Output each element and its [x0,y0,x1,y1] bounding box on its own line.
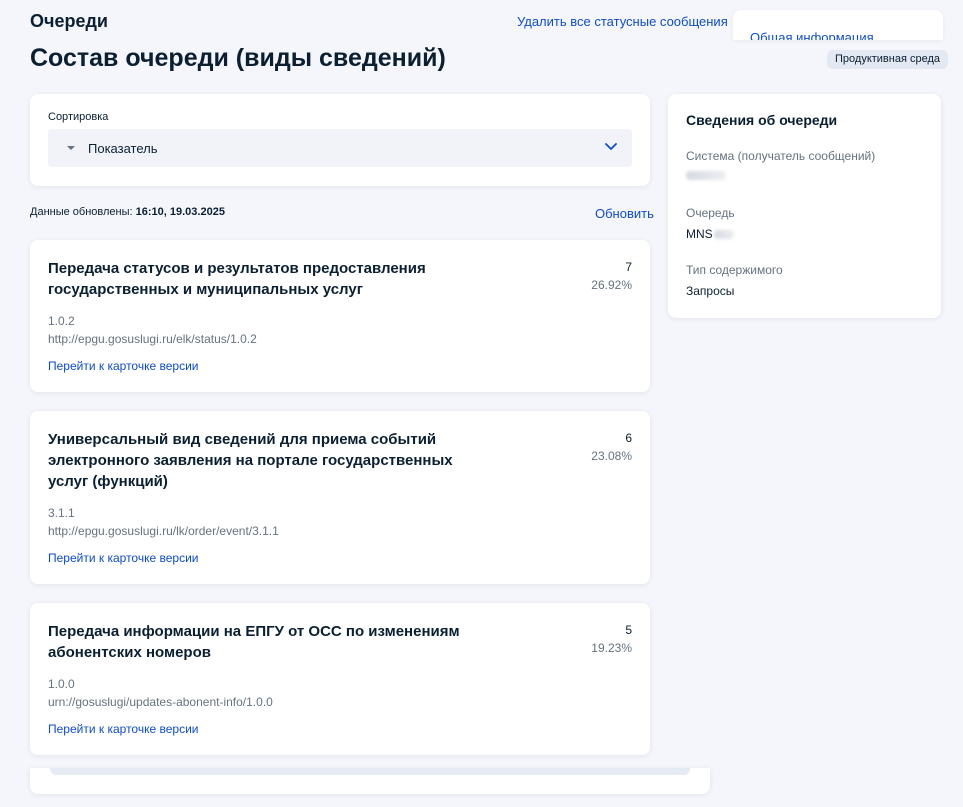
tab-general-info[interactable]: Общая информация [733,10,943,40]
item-uri: urn://gosuslugi/updates-abonent-info/1.0… [48,695,273,709]
system-label: Система (получатель сообщений) [686,149,876,163]
list-item: Передача статусов и результатов предоста… [30,240,650,392]
bottom-scroll-bar [50,768,690,775]
redacted-blur [686,171,726,181]
tab-general-info-label: Общая информация [750,30,874,40]
version-card-link[interactable]: Перейти к карточке версии [48,551,198,565]
item-count: 6 [625,431,632,445]
system-value-redacted [686,168,726,182]
refresh-link[interactable]: Обновить [595,206,654,221]
data-updated-label: Данные обновлены: [30,206,133,218]
version-card-link[interactable]: Перейти к карточке версии [48,359,198,373]
version-card-link[interactable]: Перейти к карточке версии [48,722,198,736]
sort-select[interactable]: Показатель [48,129,632,167]
environment-badge: Продуктивная среда [827,50,949,69]
header-title: Очереди [30,11,108,31]
queue-info-title: Сведения об очереди [686,112,838,128]
queue-info-card: Сведения об очереди Система (получатель … [668,94,941,318]
delete-all-status-messages-link[interactable]: Удалить все статусные сообщения [517,14,728,29]
item-version: 1.0.0 [48,677,75,691]
data-updated-value: 16:10, 19.03.2025 [135,206,225,218]
item-count: 5 [625,623,632,637]
item-title: Передача статусов и результатов предоста… [48,260,426,298]
sort-direction-icon[interactable] [67,146,75,150]
bottom-card-partial [30,768,710,794]
queue-label: Очередь [686,206,735,220]
redacted-blur [713,230,734,240]
item-title: Универсальный вид сведений для приема со… [48,431,453,490]
sort-card: Сортировка Показатель [30,94,650,186]
item-uri: http://epgu.gosuslugi.ru/elk/status/1.0.… [48,332,257,346]
item-version: 1.0.2 [48,314,75,328]
item-uri: http://epgu.gosuslugi.ru/lk/order/event/… [48,524,279,538]
sort-label: Сортировка [48,111,109,123]
item-title: Передача информации на ЕПГУ от ОСС по из… [48,623,460,661]
list-item: Универсальный вид сведений для приема со… [30,411,650,584]
item-count: 7 [625,260,632,274]
item-percent: 23.08% [591,449,632,463]
queue-value: MNS [686,227,734,241]
page-title: Состав очереди (виды сведений) [30,44,446,72]
sort-value: Показатель [88,141,158,156]
list-item: Передача информации на ЕПГУ от ОСС по из… [30,603,650,755]
chevron-down-icon[interactable] [604,139,618,153]
item-version: 3.1.1 [48,506,75,520]
content-type-value: Запросы [686,284,735,298]
data-updated-text: Данные обновлены: 16:10, 19.03.2025 [30,206,225,218]
content-type-label: Тип содержимого [686,263,783,277]
item-percent: 26.92% [591,278,632,292]
item-percent: 19.23% [591,641,632,655]
queue-value-text: MNS [686,227,713,241]
